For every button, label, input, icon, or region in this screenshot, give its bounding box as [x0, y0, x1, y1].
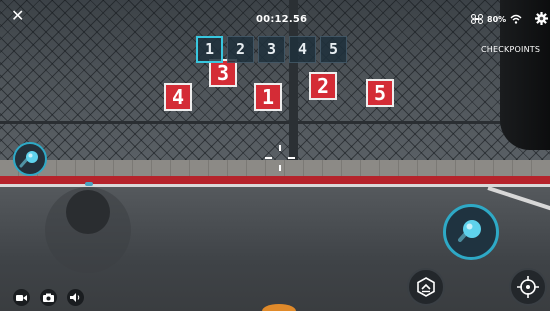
- joystick-knob[interactable]: [66, 190, 110, 234]
- sound-button[interactable]: [67, 289, 84, 306]
- checkpoint-1: 1: [196, 36, 223, 63]
- aim-button[interactable]: [509, 268, 547, 306]
- checkpoints-label[interactable]: CHECKPOINTS: [481, 45, 540, 54]
- checkpoint-2: 2: [227, 36, 254, 63]
- target-3: 3: [209, 59, 237, 87]
- record-video-button[interactable]: [13, 289, 30, 306]
- crosshair-target-icon: [517, 276, 539, 298]
- gear-icon[interactable]: [535, 12, 548, 25]
- target-1: 1: [254, 83, 282, 111]
- close-icon[interactable]: ✕: [11, 6, 24, 25]
- target-2: 2: [309, 72, 337, 100]
- camera-icon: [43, 293, 54, 302]
- shoot-ball-button-left[interactable]: [13, 142, 47, 176]
- brick-wall: [0, 160, 550, 176]
- status-bar: 80%: [471, 12, 522, 26]
- red-stripe: [0, 176, 550, 184]
- fence-rail: [0, 121, 550, 124]
- ball-icon: [458, 220, 481, 242]
- target-4: 4: [164, 83, 192, 111]
- battery-level: 80%: [487, 14, 507, 24]
- checkpoint-5: 5: [320, 36, 347, 63]
- ball-icon: [19, 151, 38, 168]
- takeoff-land-button[interactable]: [407, 268, 445, 306]
- drone-land-icon: [417, 277, 435, 297]
- checkpoint-tracker: 1 2 3 4 5: [196, 36, 347, 63]
- target-5: 5: [366, 79, 394, 107]
- checkpoint-3: 3: [258, 36, 285, 63]
- take-photo-button[interactable]: [40, 289, 57, 306]
- drone-icon: [471, 14, 483, 24]
- speaker-icon: [70, 293, 80, 302]
- shoot-ball-button[interactable]: [443, 204, 499, 260]
- video-camera-icon: [16, 294, 27, 301]
- checkpoint-4: 4: [289, 36, 316, 63]
- wifi-icon: [510, 14, 522, 24]
- orange-object: [262, 304, 296, 311]
- game-screen: 4 3 1 2 5 ✕ 00:12.56 80% CHECKPOINTS 1 2…: [0, 0, 550, 311]
- joystick-indicator: [85, 182, 93, 186]
- flight-timer: 00:12.56: [256, 14, 308, 25]
